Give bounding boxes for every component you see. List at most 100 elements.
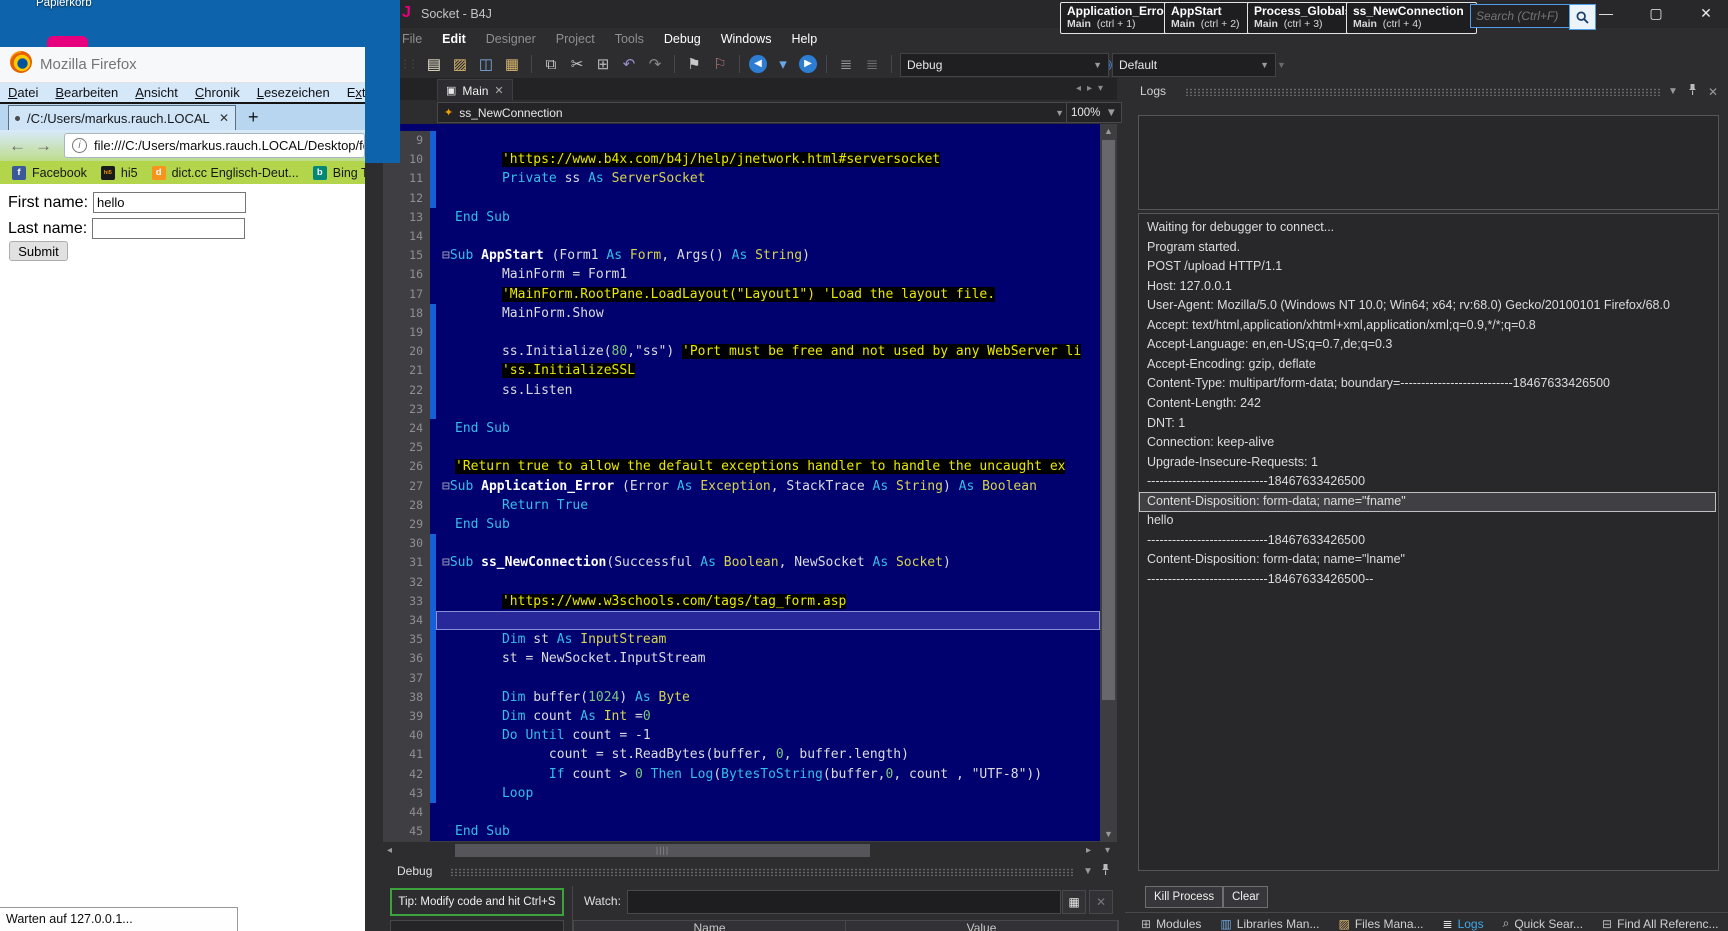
code-line-26[interactable]: 26'Return true to allow the default exce… [383,457,1100,476]
sub-selector-dropdown[interactable]: ✦ ss_NewConnection ▼ [437,102,1071,123]
code-line-30[interactable]: 30 [383,534,1100,553]
quick-nav-ss_newconnection[interactable]: ss_NewConnectionMain (ctrl + 4) [1346,2,1477,34]
editor-tab-main[interactable]: ▣ Main ✕ [437,79,513,101]
first-name-input[interactable] [93,192,246,213]
tab-scroll-arrows[interactable]: ◂▸▾ [1076,83,1109,94]
b4j-menu-edit[interactable]: Edit [442,32,466,46]
code-line-15[interactable]: 15⊟Sub AppStart (Form1 As Form, Args() A… [383,246,1100,265]
code-line-41[interactable]: 41 count = st.ReadBytes(buffer, 0, buffe… [383,745,1100,764]
code-editor[interactable]: 910 'https://www.b4x.com/b4j/help/jnetwo… [383,124,1100,841]
line-number[interactable]: 12 [383,189,430,208]
logs-panel-grip[interactable] [1185,88,1660,96]
firefox-menu-lesezeichen[interactable]: Lesezeichen [257,85,330,100]
line-number[interactable]: 18 [383,304,430,323]
code-line-29[interactable]: 29End Sub [383,515,1100,534]
code-line-45[interactable]: 45End Sub [383,822,1100,841]
code-line-39[interactable]: 39 Dim count As Int =0 [383,707,1100,726]
line-number[interactable]: 42 [383,765,430,784]
line-number[interactable]: 17 [383,285,430,304]
remove-bookmark-icon[interactable]: ⚐ [710,55,730,73]
code-line-12[interactable]: 12 [383,189,1100,208]
b4j-menu-designer[interactable]: Designer [486,32,536,46]
line-number[interactable]: 34 [383,611,430,630]
tab-close-icon[interactable]: ✕ [219,111,229,125]
b4j-menu-project[interactable]: Project [556,32,595,46]
line-number[interactable]: 35 [383,630,430,649]
code-line-20[interactable]: 20 ss.Initialize(80,"ss") 'Port must be … [383,342,1100,361]
clear-watch-icon[interactable]: ✕ [1089,890,1113,914]
line-number[interactable]: 26 [383,457,430,476]
quick-nav-application_error[interactable]: Application_ErrorMain (ctrl + 1) [1060,2,1171,34]
line-number[interactable]: 38 [383,688,430,707]
kill-process-button[interactable]: Kill Process [1145,886,1223,908]
line-number[interactable]: 20 [383,342,430,361]
line-number[interactable]: 13 [383,208,430,227]
scroll-right-icon[interactable]: ▸ [1086,845,1091,856]
line-number[interactable]: 27 [383,477,430,496]
line-number[interactable]: 31 [383,553,430,572]
last-name-input[interactable] [92,218,245,239]
bottom-tab-libraries-man-[interactable]: ▥Libraries Man... [1220,916,1319,931]
scroll-left-icon[interactable]: ◂ [387,845,392,856]
code-line-43[interactable]: 43 Loop [383,784,1100,803]
line-number[interactable]: 22 [383,381,430,400]
firefox-titlebar[interactable]: Mozilla Firefox [0,47,365,83]
code-line-19[interactable]: 19 [383,323,1100,342]
code-line-9[interactable]: 9 [383,131,1100,150]
b4j-menu-windows[interactable]: Windows [721,32,772,46]
save-icon[interactable]: ◫ [476,55,496,73]
code-line-40[interactable]: 40 Do Until count = -1 [383,726,1100,745]
line-number[interactable]: 45 [383,822,430,841]
code-line-33[interactable]: 33 'https://www.w3schools.com/tags/tag_f… [383,592,1100,611]
line-number[interactable]: 39 [383,707,430,726]
cut-icon[interactable]: ✂ [567,55,587,73]
line-number[interactable]: 21 [383,361,430,380]
editor-zoom-dropdown[interactable]: 100% ▼ [1066,102,1122,123]
code-line-18[interactable]: 18 MainForm.Show [383,304,1100,323]
bottom-tab-logs[interactable]: ≣Logs [1443,916,1484,931]
submit-button[interactable]: Submit [9,241,68,261]
bottom-tab-files-mana-[interactable]: ▨Files Mana... [1338,916,1423,931]
toolbar-overflow-icon[interactable]: ▼ [1277,60,1286,70]
scroll-corner-icon[interactable]: ▾ [1105,845,1110,856]
editor-horizontal-scrollbar[interactable]: ◂ |||| ▸ ▾ [383,841,1117,859]
b4j-menu-help[interactable]: Help [791,32,817,46]
bookmark-item[interactable]: Facebook [32,166,87,180]
line-number[interactable]: 41 [383,745,430,764]
navigate-back-icon[interactable]: ◀ [749,55,767,73]
back-history-icon[interactable]: ▾ [773,55,793,73]
line-number[interactable]: 11 [383,169,430,188]
code-line-27[interactable]: 27⊟Sub Application_Error (Error As Excep… [383,477,1100,496]
logs-filter-box[interactable] [1138,115,1719,210]
bookmark-item[interactable]: hi5 [121,166,138,180]
minimize-button[interactable]: — [1591,5,1621,21]
logs-panel-close-icon[interactable]: ✕ [1708,85,1718,99]
line-number[interactable]: 37 [383,669,430,688]
line-number[interactable]: 14 [383,227,430,246]
b4j-menu-file[interactable]: File [402,32,422,46]
line-number[interactable]: 40 [383,726,430,745]
code-line-14[interactable]: 14 [383,227,1100,246]
debug-panel-menu-icon[interactable]: ▼ [1083,866,1093,877]
code-line-37[interactable]: 37 [383,669,1100,688]
code-line-32[interactable]: 32 [383,573,1100,592]
scroll-up-icon[interactable]: ▲ [1100,126,1117,136]
line-number[interactable]: 19 [383,323,430,342]
firefox-menu-ansicht[interactable]: Ansicht [135,85,178,100]
forward-icon[interactable]: → [35,136,52,156]
outdent-icon[interactable]: ≣ [862,55,882,73]
logs-output[interactable]: Waiting for debugger to connect...Progra… [1138,213,1719,871]
firefox-menu-datei[interactable]: Datei [8,85,38,100]
code-line-10[interactable]: 10 'https://www.b4x.com/b4j/help/jnetwor… [383,150,1100,169]
quick-nav-appstart[interactable]: AppStartMain (ctrl + 2) [1164,2,1254,34]
line-number[interactable]: 36 [383,649,430,668]
new-tab-button[interactable]: + [248,107,259,128]
export-zip-icon[interactable]: ▦ [502,55,522,73]
b4j-menu-debug[interactable]: Debug [664,32,701,46]
code-line-25[interactable]: 25 [383,438,1100,457]
quick-nav-process_globals[interactable]: Process_GlobalsMain (ctrl + 3) [1247,2,1354,34]
vertical-scroll-thumb[interactable] [1102,140,1115,700]
code-line-44[interactable]: 44 [383,803,1100,822]
debug-panel-grip[interactable] [450,868,1075,876]
navigate-forward-icon[interactable]: ▶ [799,55,817,73]
